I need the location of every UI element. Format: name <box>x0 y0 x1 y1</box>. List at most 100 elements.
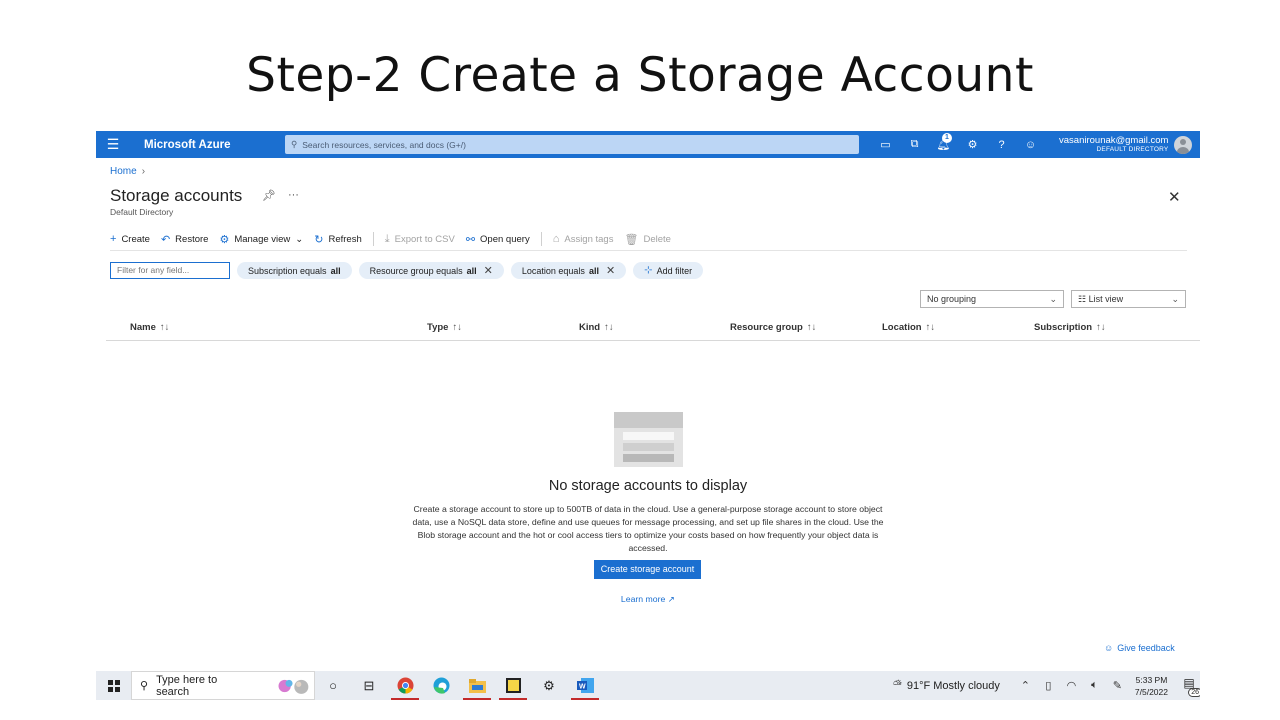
refresh-label: Refresh <box>328 233 362 245</box>
volume-icon[interactable]: 🔈︎ <box>1083 679 1106 692</box>
sort-icon: ↑↓ <box>604 322 614 333</box>
restore-label: Restore <box>175 233 209 245</box>
create-storage-account-button[interactable]: Create storage account <box>594 560 701 579</box>
brand-label[interactable]: Microsoft Azure <box>130 139 285 151</box>
remove-filter-icon[interactable]: ✕ <box>484 264 493 277</box>
external-link-icon: ↗ <box>665 594 676 604</box>
pin-icon[interactable]: 📌︎ <box>262 189 276 202</box>
top-icon-group: ▭ ⧉ 🔔︎ 1 ⚙ ? ☺ <box>871 131 1045 158</box>
settings-gear-icon[interactable]: ⚙ <box>958 131 987 158</box>
filter-input[interactable]: Filter for any field... <box>110 262 230 279</box>
export-csv-button[interactable]: ⤓ Export to CSV <box>385 233 455 246</box>
sticky-notes-icon[interactable] <box>495 671 531 700</box>
chevron-down-icon: ⌄ <box>295 233 304 245</box>
command-toolbar: + Create ↶ Restore ⚙ Manage view ⌄ ↻ Refresh … <box>110 232 682 246</box>
windows-start-icon[interactable] <box>96 679 131 692</box>
edge-logo-icon <box>433 677 449 694</box>
action-center-icon[interactable]: ▤ 26 <box>1178 676 1200 697</box>
chevron-up-icon[interactable]: ⌃ <box>1014 679 1037 692</box>
open-query-button[interactable]: ⚯ Open query <box>466 233 530 246</box>
word-app-icon[interactable]: W <box>567 671 603 700</box>
account-info[interactable]: vasanirounak@gmail.com DEFAULT DIRECTORY <box>1059 134 1169 154</box>
filter-pill-location[interactable]: Location equals all ✕ <box>510 262 627 279</box>
restore-button[interactable]: ↶ Restore <box>161 233 208 246</box>
search-icon: ⚲ <box>140 680 149 692</box>
column-header-subscription[interactable]: Subscription ↑↓ <box>1034 322 1106 333</box>
toolbar-divider-line <box>110 250 1187 251</box>
create-button[interactable]: + Create <box>110 233 150 245</box>
more-options-icon[interactable]: ··· <box>288 189 299 202</box>
cloud-shell-icon[interactable]: ▭ <box>871 131 900 158</box>
column-header-location[interactable]: Location ↑↓ <box>882 322 935 333</box>
wifi-icon[interactable]: ◠ <box>1060 679 1083 692</box>
global-search-input[interactable]: ⚲ Search resources, services, and docs (… <box>285 135 859 154</box>
add-filter-button[interactable]: ⊹ Add filter <box>633 262 704 279</box>
task-view-icon[interactable]: ○ <box>315 671 351 700</box>
close-icon[interactable]: ✕ <box>1168 188 1181 206</box>
give-feedback-link[interactable]: ☺ Give feedback <box>1104 643 1175 653</box>
grouping-value: No grouping <box>927 294 977 304</box>
chevron-down-icon: ⌄ <box>1171 294 1179 304</box>
avatar[interactable] <box>1174 135 1193 154</box>
widgets-icon[interactable]: ⊟ <box>351 671 387 700</box>
slide: Step-2 Create a Storage Account ☰ Micros… <box>0 0 1280 720</box>
help-icon[interactable]: ? <box>987 131 1016 158</box>
view-dropdown[interactable]: ☷ List view ⌄ <box>1071 290 1186 308</box>
refresh-button[interactable]: ↻ Refresh <box>314 233 361 246</box>
header-divider-line <box>106 340 1200 341</box>
taskbar-search-input[interactable]: ⚲ Type here to search <box>131 671 315 700</box>
storage-empty-icon <box>614 412 683 467</box>
notifications-bell-icon[interactable]: 🔔︎ 1 <box>929 131 958 158</box>
file-explorer-icon[interactable] <box>459 671 495 700</box>
hamburger-menu-icon[interactable]: ☰ <box>96 136 130 153</box>
list-icon: ☷ <box>1078 294 1089 304</box>
gear-icon: ⚙ <box>219 233 230 246</box>
refresh-icon: ↻ <box>314 233 324 246</box>
filter-pill-subscription[interactable]: Subscription equals all <box>237 262 352 279</box>
trash-icon: 🗑︎ <box>624 233 639 246</box>
system-tray: ⛅︎ 91°F Mostly cloudy ⌃ ▯ ◠ 🔈︎ ✎ 5:33 PM … <box>893 671 1200 700</box>
settings-app-icon[interactable]: ⚙ <box>531 671 567 700</box>
grouping-dropdown[interactable]: No grouping ⌄ <box>920 290 1064 308</box>
page-subtitle: Default Directory <box>110 207 174 217</box>
breadcrumb-home-link[interactable]: Home <box>110 166 137 177</box>
feedback-icon[interactable]: ☺ <box>1016 131 1045 158</box>
word-logo-icon: W <box>576 678 594 693</box>
delete-button[interactable]: 🗑︎ Delete <box>624 233 670 246</box>
column-header-resource-group[interactable]: Resource group ↑↓ <box>730 322 816 333</box>
column-header-kind[interactable]: Kind ↑↓ <box>579 322 614 333</box>
delete-label: Delete <box>643 233 671 245</box>
column-header-type[interactable]: Type ↑↓ <box>427 322 462 333</box>
taskbar-search-placeholder: Type here to search <box>156 673 218 698</box>
sort-icon: ↑↓ <box>452 322 462 333</box>
column-header-name[interactable]: Name ↑↓ <box>130 322 169 333</box>
chrome-app-icon[interactable] <box>387 671 423 700</box>
edge-app-icon[interactable] <box>423 671 459 700</box>
learn-more-link[interactable]: Learn more ↗ <box>96 594 1200 605</box>
empty-state-description: Create a storage account to store up to … <box>412 504 884 553</box>
filter-pill-resource-group[interactable]: Resource group equals all ✕ <box>358 262 504 279</box>
taskbar-clock[interactable]: 5:33 PM 7/5/2022 <box>1135 674 1168 698</box>
windows-taskbar: ⚲ Type here to search ○ ⊟ ⚙ W ⛅︎ 91°F Mo… <box>96 671 1200 700</box>
meet-now-icon[interactable]: ▯ <box>1037 679 1060 692</box>
give-feedback-label: Give feedback <box>1117 643 1175 653</box>
slide-title: Step-2 Create a Storage Account <box>246 48 1034 103</box>
query-icon: ⚯ <box>465 233 476 246</box>
manage-view-button[interactable]: ⚙ Manage view ⌄ <box>219 233 303 246</box>
filter-row: Filter for any field... Subscription equ… <box>110 262 704 279</box>
folder-icon <box>468 678 486 693</box>
assign-tags-button[interactable]: ⌂ Assign tags <box>553 233 614 245</box>
sort-icon: ↑↓ <box>1096 322 1106 333</box>
empty-state-title: No storage accounts to display <box>548 478 748 494</box>
chrome-logo-icon <box>397 677 413 694</box>
weather-widget[interactable]: ⛅︎ 91°F Mostly cloudy <box>893 679 1000 692</box>
download-icon: ⤓ <box>384 232 390 245</box>
directory-filter-icon[interactable]: ⧉ <box>900 131 929 158</box>
pen-icon[interactable]: ✎ <box>1106 679 1129 692</box>
view-value: List view <box>1088 294 1124 304</box>
restore-icon: ↶ <box>160 233 171 246</box>
account-email: vasanirounak@gmail.com <box>1059 134 1169 146</box>
filter-pill-value: all <box>466 265 477 276</box>
remove-filter-icon[interactable]: ✕ <box>606 264 615 277</box>
azure-top-bar: ☰ Microsoft Azure ⚲ Search resources, se… <box>96 131 1200 158</box>
